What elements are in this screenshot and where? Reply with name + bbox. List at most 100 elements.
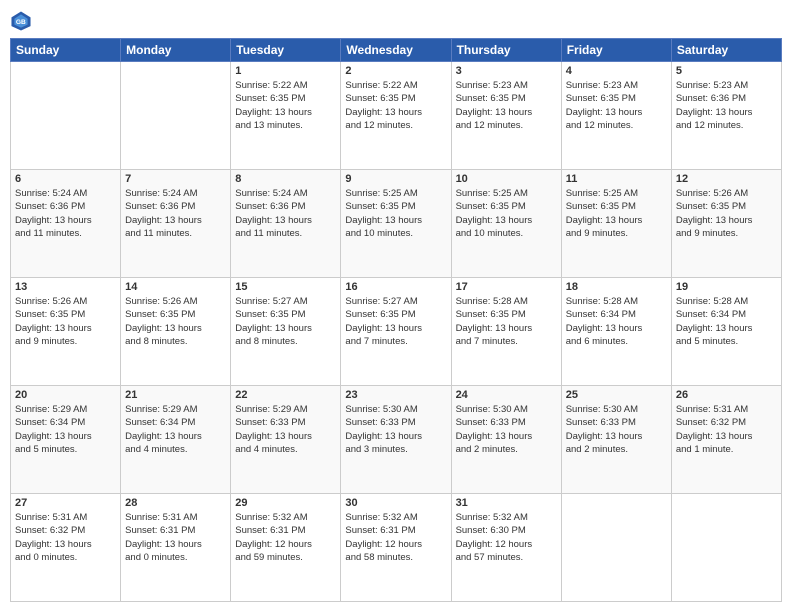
- calendar-cell: 1 Sunrise: 5:22 AM Sunset: 6:35 PM Daylig…: [231, 62, 341, 170]
- day-number: 26: [676, 389, 777, 401]
- page: GB SundayMondayTuesdayWednesdayThursdayF…: [0, 0, 792, 612]
- day-number: 21: [125, 389, 226, 401]
- day-info: Sunrise: 5:25 AM Sunset: 6:35 PM Dayligh…: [345, 187, 446, 240]
- day-number: 29: [235, 497, 336, 509]
- day-info: Sunrise: 5:32 AM Sunset: 6:30 PM Dayligh…: [456, 511, 557, 564]
- day-number: 15: [235, 281, 336, 293]
- day-number: 10: [456, 173, 557, 185]
- day-info: Sunrise: 5:23 AM Sunset: 6:35 PM Dayligh…: [566, 79, 667, 132]
- day-info: Sunrise: 5:29 AM Sunset: 6:33 PM Dayligh…: [235, 403, 336, 456]
- day-number: 7: [125, 173, 226, 185]
- calendar-cell: 18 Sunrise: 5:28 AM Sunset: 6:34 PM Dayli…: [561, 278, 671, 386]
- day-number: 12: [676, 173, 777, 185]
- calendar-cell: 21 Sunrise: 5:29 AM Sunset: 6:34 PM Dayli…: [121, 386, 231, 494]
- calendar-cell: 26 Sunrise: 5:31 AM Sunset: 6:32 PM Dayli…: [671, 386, 781, 494]
- calendar-cell: 30Sunrise: 5:32 AM Sunset: 6:31 PM Dayli…: [341, 494, 451, 602]
- calendar-cell: [671, 494, 781, 602]
- day-info: Sunrise: 5:31 AM Sunset: 6:32 PM Dayligh…: [15, 511, 116, 564]
- calendar-cell: 10Sunrise: 5:25 AM Sunset: 6:35 PM Dayli…: [451, 170, 561, 278]
- calendar-header-sunday: Sunday: [11, 39, 121, 62]
- calendar-header-thursday: Thursday: [451, 39, 561, 62]
- day-number: 8: [235, 173, 336, 185]
- day-info: Sunrise: 5:28 AM Sunset: 6:34 PM Dayligh…: [676, 295, 777, 348]
- day-number: 9: [345, 173, 446, 185]
- calendar-week-row: 20 Sunrise: 5:29 AM Sunset: 6:34 PM Dayli…: [11, 386, 782, 494]
- calendar-cell: 14 Sunrise: 5:26 AM Sunset: 6:35 PM Dayli…: [121, 278, 231, 386]
- calendar-header-tuesday: Tuesday: [231, 39, 341, 62]
- day-number: 2: [345, 65, 446, 77]
- day-number: 13: [15, 281, 116, 293]
- day-info: Sunrise: 5:24 AM Sunset: 6:36 PM Dayligh…: [235, 187, 336, 240]
- calendar-cell: [11, 62, 121, 170]
- calendar-cell: 11 Sunrise: 5:25 AM Sunset: 6:35 PM Dayli…: [561, 170, 671, 278]
- day-number: 28: [125, 497, 226, 509]
- calendar-cell: 29 Sunrise: 5:32 AM Sunset: 6:31 PM Dayli…: [231, 494, 341, 602]
- svg-text:GB: GB: [16, 19, 26, 26]
- day-info: Sunrise: 5:28 AM Sunset: 6:34 PM Dayligh…: [566, 295, 667, 348]
- day-info: Sunrise: 5:32 AM Sunset: 6:31 PM Dayligh…: [345, 511, 446, 564]
- day-info: Sunrise: 5:24 AM Sunset: 6:36 PM Dayligh…: [125, 187, 226, 240]
- calendar-week-row: 27Sunrise: 5:31 AM Sunset: 6:32 PM Dayli…: [11, 494, 782, 602]
- day-info: Sunrise: 5:25 AM Sunset: 6:35 PM Dayligh…: [566, 187, 667, 240]
- day-number: 1: [235, 65, 336, 77]
- day-info: Sunrise: 5:22 AM Sunset: 6:35 PM Dayligh…: [345, 79, 446, 132]
- calendar-cell: 2 Sunrise: 5:22 AM Sunset: 6:35 PM Daylig…: [341, 62, 451, 170]
- calendar-cell: 5Sunrise: 5:23 AM Sunset: 6:36 PM Daylig…: [671, 62, 781, 170]
- calendar-cell: 3Sunrise: 5:23 AM Sunset: 6:35 PM Daylig…: [451, 62, 561, 170]
- day-info: Sunrise: 5:30 AM Sunset: 6:33 PM Dayligh…: [345, 403, 446, 456]
- header: GB: [10, 10, 782, 32]
- calendar-cell: 15 Sunrise: 5:27 AM Sunset: 6:35 PM Dayli…: [231, 278, 341, 386]
- calendar-week-row: 1 Sunrise: 5:22 AM Sunset: 6:35 PM Daylig…: [11, 62, 782, 170]
- calendar-cell: 9 Sunrise: 5:25 AM Sunset: 6:35 PM Daylig…: [341, 170, 451, 278]
- day-info: Sunrise: 5:31 AM Sunset: 6:31 PM Dayligh…: [125, 511, 226, 564]
- calendar-cell: 27Sunrise: 5:31 AM Sunset: 6:32 PM Dayli…: [11, 494, 121, 602]
- day-info: Sunrise: 5:29 AM Sunset: 6:34 PM Dayligh…: [15, 403, 116, 456]
- day-info: Sunrise: 5:27 AM Sunset: 6:35 PM Dayligh…: [235, 295, 336, 348]
- calendar-header-saturday: Saturday: [671, 39, 781, 62]
- day-info: Sunrise: 5:32 AM Sunset: 6:31 PM Dayligh…: [235, 511, 336, 564]
- day-number: 23: [345, 389, 446, 401]
- calendar-cell: [121, 62, 231, 170]
- calendar-cell: 17Sunrise: 5:28 AM Sunset: 6:35 PM Dayli…: [451, 278, 561, 386]
- calendar-cell: 4Sunrise: 5:23 AM Sunset: 6:35 PM Daylig…: [561, 62, 671, 170]
- day-number: 25: [566, 389, 667, 401]
- day-info: Sunrise: 5:26 AM Sunset: 6:35 PM Dayligh…: [15, 295, 116, 348]
- day-number: 16: [345, 281, 446, 293]
- calendar-table: SundayMondayTuesdayWednesdayThursdayFrid…: [10, 38, 782, 602]
- calendar-header-row: SundayMondayTuesdayWednesdayThursdayFrid…: [11, 39, 782, 62]
- calendar-cell: 20 Sunrise: 5:29 AM Sunset: 6:34 PM Dayli…: [11, 386, 121, 494]
- day-info: Sunrise: 5:26 AM Sunset: 6:35 PM Dayligh…: [125, 295, 226, 348]
- day-number: 3: [456, 65, 557, 77]
- calendar-cell: 23 Sunrise: 5:30 AM Sunset: 6:33 PM Dayli…: [341, 386, 451, 494]
- day-number: 20: [15, 389, 116, 401]
- calendar-cell: 8 Sunrise: 5:24 AM Sunset: 6:36 PM Daylig…: [231, 170, 341, 278]
- calendar-cell: 28 Sunrise: 5:31 AM Sunset: 6:31 PM Dayli…: [121, 494, 231, 602]
- day-info: Sunrise: 5:27 AM Sunset: 6:35 PM Dayligh…: [345, 295, 446, 348]
- day-number: 31: [456, 497, 557, 509]
- day-number: 14: [125, 281, 226, 293]
- calendar-cell: 22 Sunrise: 5:29 AM Sunset: 6:33 PM Dayli…: [231, 386, 341, 494]
- day-info: Sunrise: 5:31 AM Sunset: 6:32 PM Dayligh…: [676, 403, 777, 456]
- day-info: Sunrise: 5:29 AM Sunset: 6:34 PM Dayligh…: [125, 403, 226, 456]
- calendar-cell: 25 Sunrise: 5:30 AM Sunset: 6:33 PM Dayli…: [561, 386, 671, 494]
- day-info: Sunrise: 5:22 AM Sunset: 6:35 PM Dayligh…: [235, 79, 336, 132]
- day-number: 22: [235, 389, 336, 401]
- calendar-header-monday: Monday: [121, 39, 231, 62]
- day-info: Sunrise: 5:24 AM Sunset: 6:36 PM Dayligh…: [15, 187, 116, 240]
- day-info: Sunrise: 5:26 AM Sunset: 6:35 PM Dayligh…: [676, 187, 777, 240]
- calendar-week-row: 13 Sunrise: 5:26 AM Sunset: 6:35 PM Dayli…: [11, 278, 782, 386]
- calendar-week-row: 6Sunrise: 5:24 AM Sunset: 6:36 PM Daylig…: [11, 170, 782, 278]
- calendar-header-wednesday: Wednesday: [341, 39, 451, 62]
- day-number: 11: [566, 173, 667, 185]
- calendar-cell: 6Sunrise: 5:24 AM Sunset: 6:36 PM Daylig…: [11, 170, 121, 278]
- day-info: Sunrise: 5:30 AM Sunset: 6:33 PM Dayligh…: [566, 403, 667, 456]
- logo-icon: GB: [10, 10, 32, 32]
- calendar-cell: [561, 494, 671, 602]
- day-info: Sunrise: 5:28 AM Sunset: 6:35 PM Dayligh…: [456, 295, 557, 348]
- calendar-cell: 16 Sunrise: 5:27 AM Sunset: 6:35 PM Dayli…: [341, 278, 451, 386]
- day-number: 18: [566, 281, 667, 293]
- calendar-header-friday: Friday: [561, 39, 671, 62]
- day-number: 19: [676, 281, 777, 293]
- calendar-cell: 24Sunrise: 5:30 AM Sunset: 6:33 PM Dayli…: [451, 386, 561, 494]
- day-number: 5: [676, 65, 777, 77]
